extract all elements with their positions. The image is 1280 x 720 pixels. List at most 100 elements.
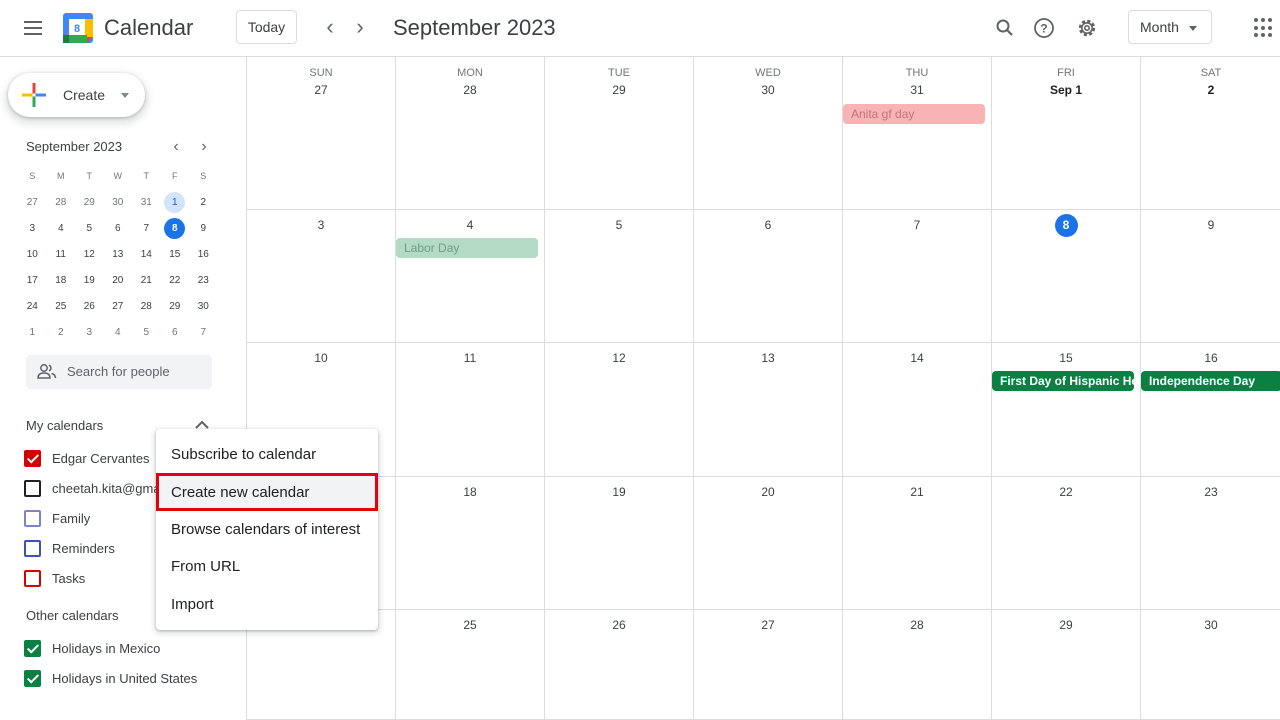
mini-day[interactable]: 31 <box>132 189 161 215</box>
day-number[interactable]: 6 <box>694 218 842 232</box>
day-cell[interactable]: 9 <box>1141 210 1280 342</box>
day-number[interactable]: 16 <box>1141 351 1280 365</box>
menu-item-browse-calendars-of-interest[interactable]: Browse calendars of interest <box>156 511 378 548</box>
day-cell[interactable]: MON 28 <box>396 57 545 209</box>
day-cell[interactable]: SAT 2 <box>1141 57 1280 209</box>
day-cell[interactable]: 13 <box>694 343 843 476</box>
calendar-checkbox[interactable] <box>24 539 41 557</box>
day-cell[interactable]: 29 <box>992 610 1141 719</box>
google-apps-icon[interactable] <box>1254 18 1274 38</box>
day-cell[interactable]: 12 <box>545 343 694 476</box>
calendar-item[interactable]: Tasks <box>24 566 85 590</box>
day-number[interactable]: 31 <box>843 83 991 97</box>
calendar-item[interactable]: Holidays in United States <box>24 666 197 690</box>
day-cell[interactable]: 27 <box>694 610 843 719</box>
mini-day[interactable]: 1 <box>18 319 47 345</box>
today-indicator[interactable]: 8 <box>1054 214 1078 237</box>
mini-prev-month-icon[interactable]: ‹ <box>166 137 186 157</box>
day-number[interactable]: 5 <box>545 218 693 232</box>
day-number[interactable]: 27 <box>247 83 395 97</box>
mini-day[interactable]: 28 <box>132 293 161 319</box>
calendar-item[interactable]: Edgar Cervantes <box>24 446 150 470</box>
day-number[interactable]: 11 <box>396 351 544 365</box>
calendar-item[interactable]: Reminders <box>24 536 115 560</box>
day-cell[interactable]: 15 First Day of Hispanic Her <box>992 343 1141 476</box>
day-number[interactable]: 28 <box>843 618 991 632</box>
day-cell[interactable]: 21 <box>843 477 992 609</box>
calendar-checkbox[interactable] <box>24 479 41 497</box>
settings-icon[interactable] <box>1073 14 1101 42</box>
day-number[interactable]: 7 <box>843 218 991 232</box>
my-calendars-title[interactable]: My calendars <box>26 418 103 433</box>
today-button[interactable]: Today <box>236 10 297 44</box>
mini-day[interactable]: 6 <box>161 319 190 345</box>
day-number[interactable]: 30 <box>694 83 842 97</box>
mini-day[interactable]: 2 <box>47 319 76 345</box>
day-cell[interactable]: TUE 29 <box>545 57 694 209</box>
mini-day[interactable]: 8 <box>161 215 190 241</box>
day-cell[interactable]: SUN 27 <box>247 57 396 209</box>
mini-day[interactable]: 16 <box>189 241 218 267</box>
mini-day[interactable]: 2 <box>189 189 218 215</box>
mini-day[interactable]: 27 <box>104 293 133 319</box>
mini-day[interactable]: 29 <box>75 189 104 215</box>
mini-day[interactable]: 13 <box>104 241 133 267</box>
help-icon[interactable]: ? <box>1030 14 1058 42</box>
day-cell[interactable]: 30 <box>1141 610 1280 719</box>
mini-day[interactable]: 14 <box>132 241 161 267</box>
next-period-icon[interactable]: › <box>348 14 372 40</box>
day-number[interactable]: 22 <box>992 485 1140 499</box>
day-number[interactable]: 30 <box>1141 618 1280 632</box>
create-button[interactable]: Create <box>8 73 145 117</box>
day-cell[interactable]: 6 <box>694 210 843 342</box>
day-number[interactable]: 8 <box>992 214 1140 237</box>
mini-day[interactable]: 21 <box>132 267 161 293</box>
calendar-checkbox[interactable] <box>24 669 41 687</box>
mini-day[interactable]: 25 <box>47 293 76 319</box>
mini-day[interactable]: 28 <box>47 189 76 215</box>
mini-day[interactable]: 20 <box>104 267 133 293</box>
day-cell[interactable]: 19 <box>545 477 694 609</box>
day-number[interactable]: 4 <box>396 218 544 232</box>
day-number[interactable]: 29 <box>545 83 693 97</box>
mini-day[interactable]: 7 <box>189 319 218 345</box>
event-chip[interactable]: Anita gf day <box>843 104 985 124</box>
day-cell[interactable]: 3 <box>247 210 396 342</box>
day-cell[interactable]: 22 <box>992 477 1141 609</box>
mini-day[interactable]: 19 <box>75 267 104 293</box>
view-selector[interactable]: Month <box>1128 10 1212 44</box>
calendar-item[interactable]: cheetah.kita@gma <box>24 476 161 500</box>
mini-day[interactable]: 12 <box>75 241 104 267</box>
day-cell[interactable]: 5 <box>545 210 694 342</box>
day-cell[interactable]: 25 <box>396 610 545 719</box>
day-cell[interactable]: 23 <box>1141 477 1280 609</box>
menu-item-create-new-calendar[interactable]: Create new calendar <box>156 473 378 511</box>
day-number[interactable]: 14 <box>843 351 991 365</box>
day-number[interactable]: 18 <box>396 485 544 499</box>
mini-day[interactable]: 18 <box>47 267 76 293</box>
mini-day[interactable]: 10 <box>18 241 47 267</box>
day-cell[interactable]: 11 <box>396 343 545 476</box>
calendar-item[interactable]: Holidays in Mexico <box>24 636 160 660</box>
day-cell[interactable]: 8 <box>992 210 1141 342</box>
day-number[interactable]: 3 <box>247 218 395 232</box>
day-cell[interactable]: 14 <box>843 343 992 476</box>
search-people-input[interactable]: Search for people <box>26 355 212 389</box>
mini-day[interactable]: 4 <box>104 319 133 345</box>
menu-item-from-url[interactable]: From URL <box>156 548 378 585</box>
day-cell[interactable]: 18 <box>396 477 545 609</box>
day-number[interactable]: 9 <box>1141 218 1280 232</box>
mini-day[interactable]: 6 <box>104 215 133 241</box>
mini-day[interactable]: 30 <box>189 293 218 319</box>
day-number[interactable]: 23 <box>1141 485 1280 499</box>
day-number[interactable]: 20 <box>694 485 842 499</box>
mini-day[interactable]: 22 <box>161 267 190 293</box>
day-cell[interactable]: WED 30 <box>694 57 843 209</box>
day-number[interactable]: 2 <box>1141 83 1280 97</box>
mini-day[interactable]: 29 <box>161 293 190 319</box>
day-cell[interactable]: 20 <box>694 477 843 609</box>
day-number[interactable]: 25 <box>396 618 544 632</box>
event-chip[interactable]: Independence Day <box>1141 371 1280 391</box>
other-calendars-title[interactable]: Other calendars <box>26 608 119 623</box>
day-number[interactable]: 15 <box>992 351 1140 365</box>
